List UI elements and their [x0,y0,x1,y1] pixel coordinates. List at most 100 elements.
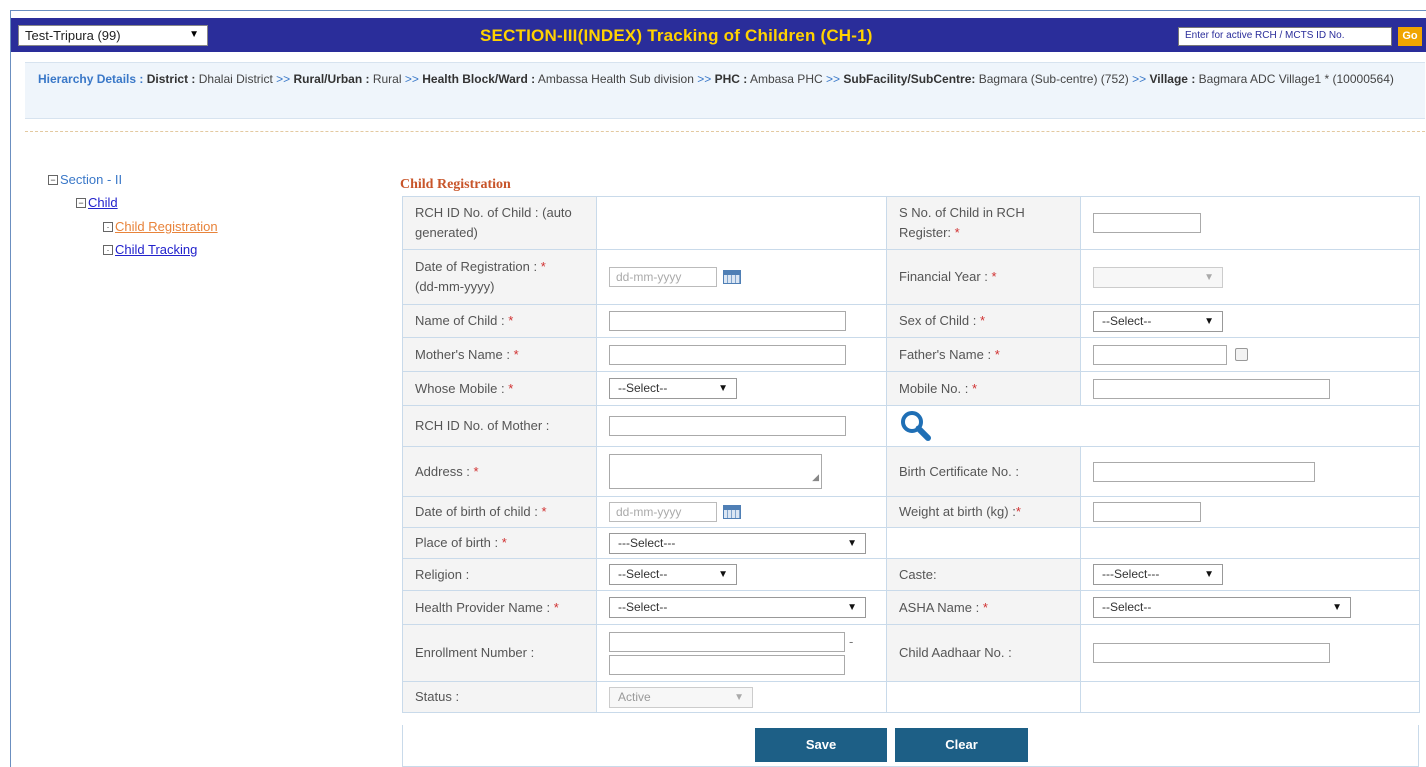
sex-label: Sex of Child : [899,313,977,328]
dob-input[interactable]: dd-mm-yyyy [609,502,717,523]
district-label: District : [146,72,196,86]
tree-node-section[interactable]: − Section - II [48,172,122,187]
required-mark: * [991,269,997,284]
form-row: Date of birth of child : * dd-mm-yyyy We… [402,496,1420,528]
tree-node-tracking[interactable]: · Child Tracking [103,242,197,257]
religion-label: Religion : [402,558,597,591]
village-label: Village : [1149,72,1196,86]
mother-label: Mother's Name : [415,346,510,362]
calendar-icon[interactable] [723,270,741,285]
required-mark: * [508,380,514,396]
empty-cell [886,527,1081,559]
father-cell [1080,337,1420,372]
aadhaar-cell [1080,624,1420,682]
chevron-down-icon: ▼ [1204,315,1214,327]
form-row: Status : Active ▼ [402,681,1420,713]
collapse-icon[interactable]: − [76,198,86,208]
whose-mobile-label-cell: Whose Mobile : * [402,371,597,406]
weight-input[interactable] [1093,502,1201,523]
sno-input[interactable] [1093,213,1201,234]
enrollment-input-2[interactable] [609,654,845,675]
whose-mobile-value: --Select-- [618,381,668,396]
required-mark: * [979,313,986,328]
mobile-cell [1080,371,1420,406]
district-value: Dhalai District [198,72,273,86]
date-format-hint: (dd-mm-yyyy) [415,279,495,294]
place-of-birth-select[interactable]: ---Select--- ▼ [609,532,866,554]
save-button[interactable]: Save [755,728,887,762]
whose-mobile-label: Whose Mobile : [415,380,505,396]
mother-name-input[interactable] [609,344,846,365]
sex-select[interactable]: --Select-- ▼ [1093,310,1223,332]
health-provider-select[interactable]: --Select-- ▼ [609,597,866,619]
calendar-icon[interactable] [723,505,741,520]
tree-tracking-link[interactable]: Child Tracking [115,242,197,257]
date-reg-cell: dd-mm-yyyy [596,249,887,305]
asha-select[interactable]: --Select-- ▼ [1093,597,1351,619]
sno-label: S No. of Child in RCH Register: [899,205,1025,240]
religion-select[interactable]: --Select-- ▼ [609,564,737,586]
mobile-input[interactable] [1093,378,1330,399]
rch-mother-input[interactable] [609,416,846,437]
tree-registration-link[interactable]: Child Registration [115,219,218,234]
mobile-label: Mobile No. : [899,380,969,396]
aadhaar-input[interactable] [1093,643,1330,664]
phc-label: PHC : [714,72,748,86]
form-row: Enrollment Number : - Child Aadhaar No. … [402,624,1420,682]
block-label: Health Block/Ward : [422,72,536,86]
phc-value: Ambasa PHC [749,72,823,86]
tree-child-link[interactable]: Child [88,195,118,210]
fin-year-select[interactable]: ▼ [1093,266,1223,288]
form-heading: Child Registration [400,177,511,192]
separator: >> [697,72,712,86]
name-label: Name of Child : [415,313,505,328]
mobile-label-cell: Mobile No. : * [886,371,1081,406]
hierarchy-label: Hierarchy Details : [38,72,144,86]
fin-year-label-cell: Financial Year : * [886,249,1081,305]
chevron-down-icon: ▼ [734,691,744,703]
date-reg-input[interactable]: dd-mm-yyyy [609,267,717,288]
birth-certificate-input[interactable] [1093,461,1315,482]
father-unknown-checkbox[interactable] [1235,348,1248,362]
registration-form: RCH ID No. of Child : (auto generated) S… [402,196,1420,713]
fin-year-label: Financial Year : [899,269,988,284]
form-row: Whose Mobile : * --Select-- ▼ Mobile No. … [402,371,1420,406]
whose-mobile-select[interactable]: --Select-- ▼ [609,378,737,400]
collapse-icon[interactable]: − [48,175,58,185]
clear-button[interactable]: Clear [895,728,1028,762]
resize-grip-icon[interactable]: ◢ [812,467,819,487]
tree-node-registration[interactable]: · Child Registration [103,219,218,234]
search-icon[interactable] [899,409,933,443]
caste-label: Caste: [886,558,1081,591]
search-cell [886,405,1420,447]
asha-label-cell: ASHA Name : * [886,590,1081,625]
go-button[interactable]: Go [1398,27,1422,46]
address-textarea[interactable]: ◢ [609,454,822,489]
dob-cell: dd-mm-yyyy [596,496,887,528]
asha-cell: --Select-- ▼ [1080,590,1420,625]
chevron-down-icon: ▼ [1204,569,1214,581]
status-select[interactable]: Active ▼ [609,686,753,708]
page-title: SECTION-III(INDEX) Tracking of Children … [480,26,873,45]
enrollment-input-1[interactable] [609,631,845,652]
form-row: Place of birth : * ---Select--- ▼ [402,527,1420,559]
child-name-input[interactable] [609,311,846,332]
caste-select[interactable]: ---Select--- ▼ [1093,564,1223,586]
chevron-down-icon: ▼ [1204,271,1214,283]
status-select-value: Active [618,689,651,704]
place-label: Place of birth : [415,535,499,550]
chevron-down-icon: ▼ [1332,602,1342,614]
tree-node-child[interactable]: − Child [76,195,118,210]
required-mark: * [972,380,978,396]
place-label-cell: Place of birth : * [402,527,597,559]
tree-section-label: Section - II [60,172,123,187]
address-label: Address : [415,463,470,479]
address-label-cell: Address : * [402,446,597,497]
sex-cell: --Select-- ▼ [1080,304,1420,338]
caste-cell: ---Select--- ▼ [1080,558,1420,591]
father-name-input[interactable] [1093,344,1227,365]
state-select[interactable]: Test-Tripura (99) ▼ [18,25,208,46]
weight-cell [1080,496,1420,528]
rch-search-input[interactable]: Enter for active RCH / MCTS ID No. [1178,27,1392,46]
required-mark: * [501,535,507,550]
